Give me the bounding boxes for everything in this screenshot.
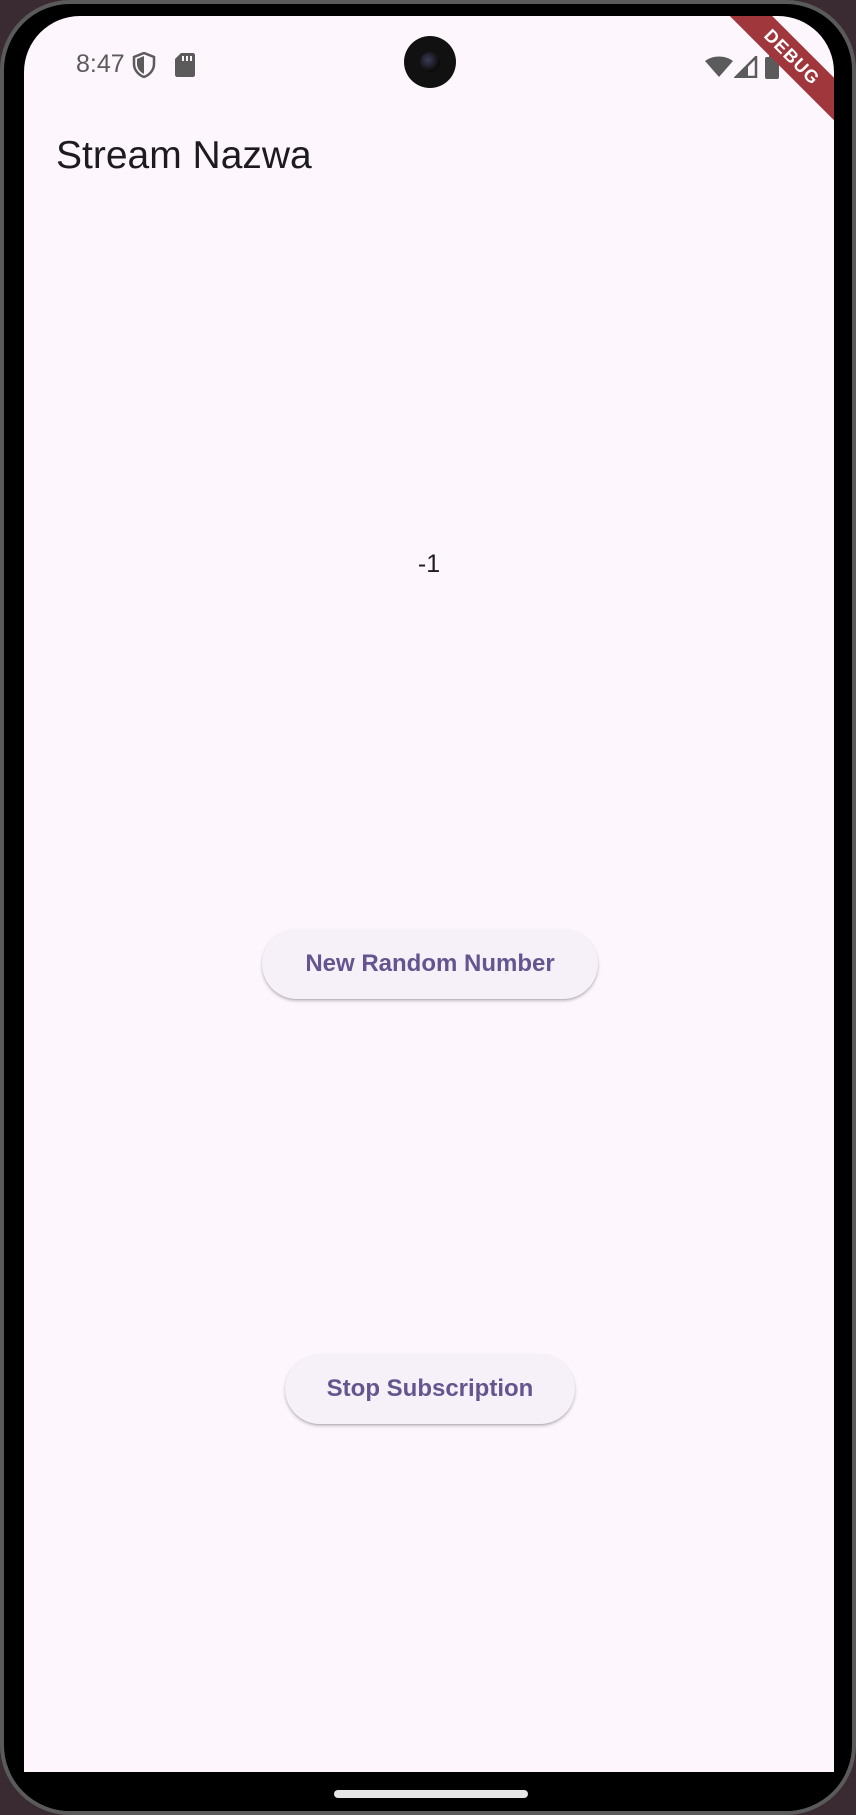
front-camera: [404, 36, 456, 88]
random-number-display: -1: [417, 550, 441, 578]
stop-subscription-button[interactable]: Stop Subscription: [285, 1354, 575, 1424]
status-bar: 8:47 DEBUG: [24, 16, 834, 139]
cellular-signal-icon: [732, 53, 758, 83]
new-random-number-button[interactable]: New Random Number: [262, 929, 598, 999]
phone-frame: 8:47 DEBUG Stream Nazwa -1 New Random Nu…: [0, 0, 856, 1815]
home-indicator[interactable]: [334, 1790, 528, 1798]
app-screen: 8:47 DEBUG Stream Nazwa -1 New Random Nu…: [24, 16, 834, 1772]
status-time: 8:47: [76, 50, 125, 78]
app-bar-title: Stream Nazwa: [56, 134, 312, 177]
camera-lens: [420, 52, 440, 72]
sd-card-icon: [174, 52, 196, 83]
wifi-icon: [704, 56, 734, 83]
shield-icon: [132, 51, 156, 83]
